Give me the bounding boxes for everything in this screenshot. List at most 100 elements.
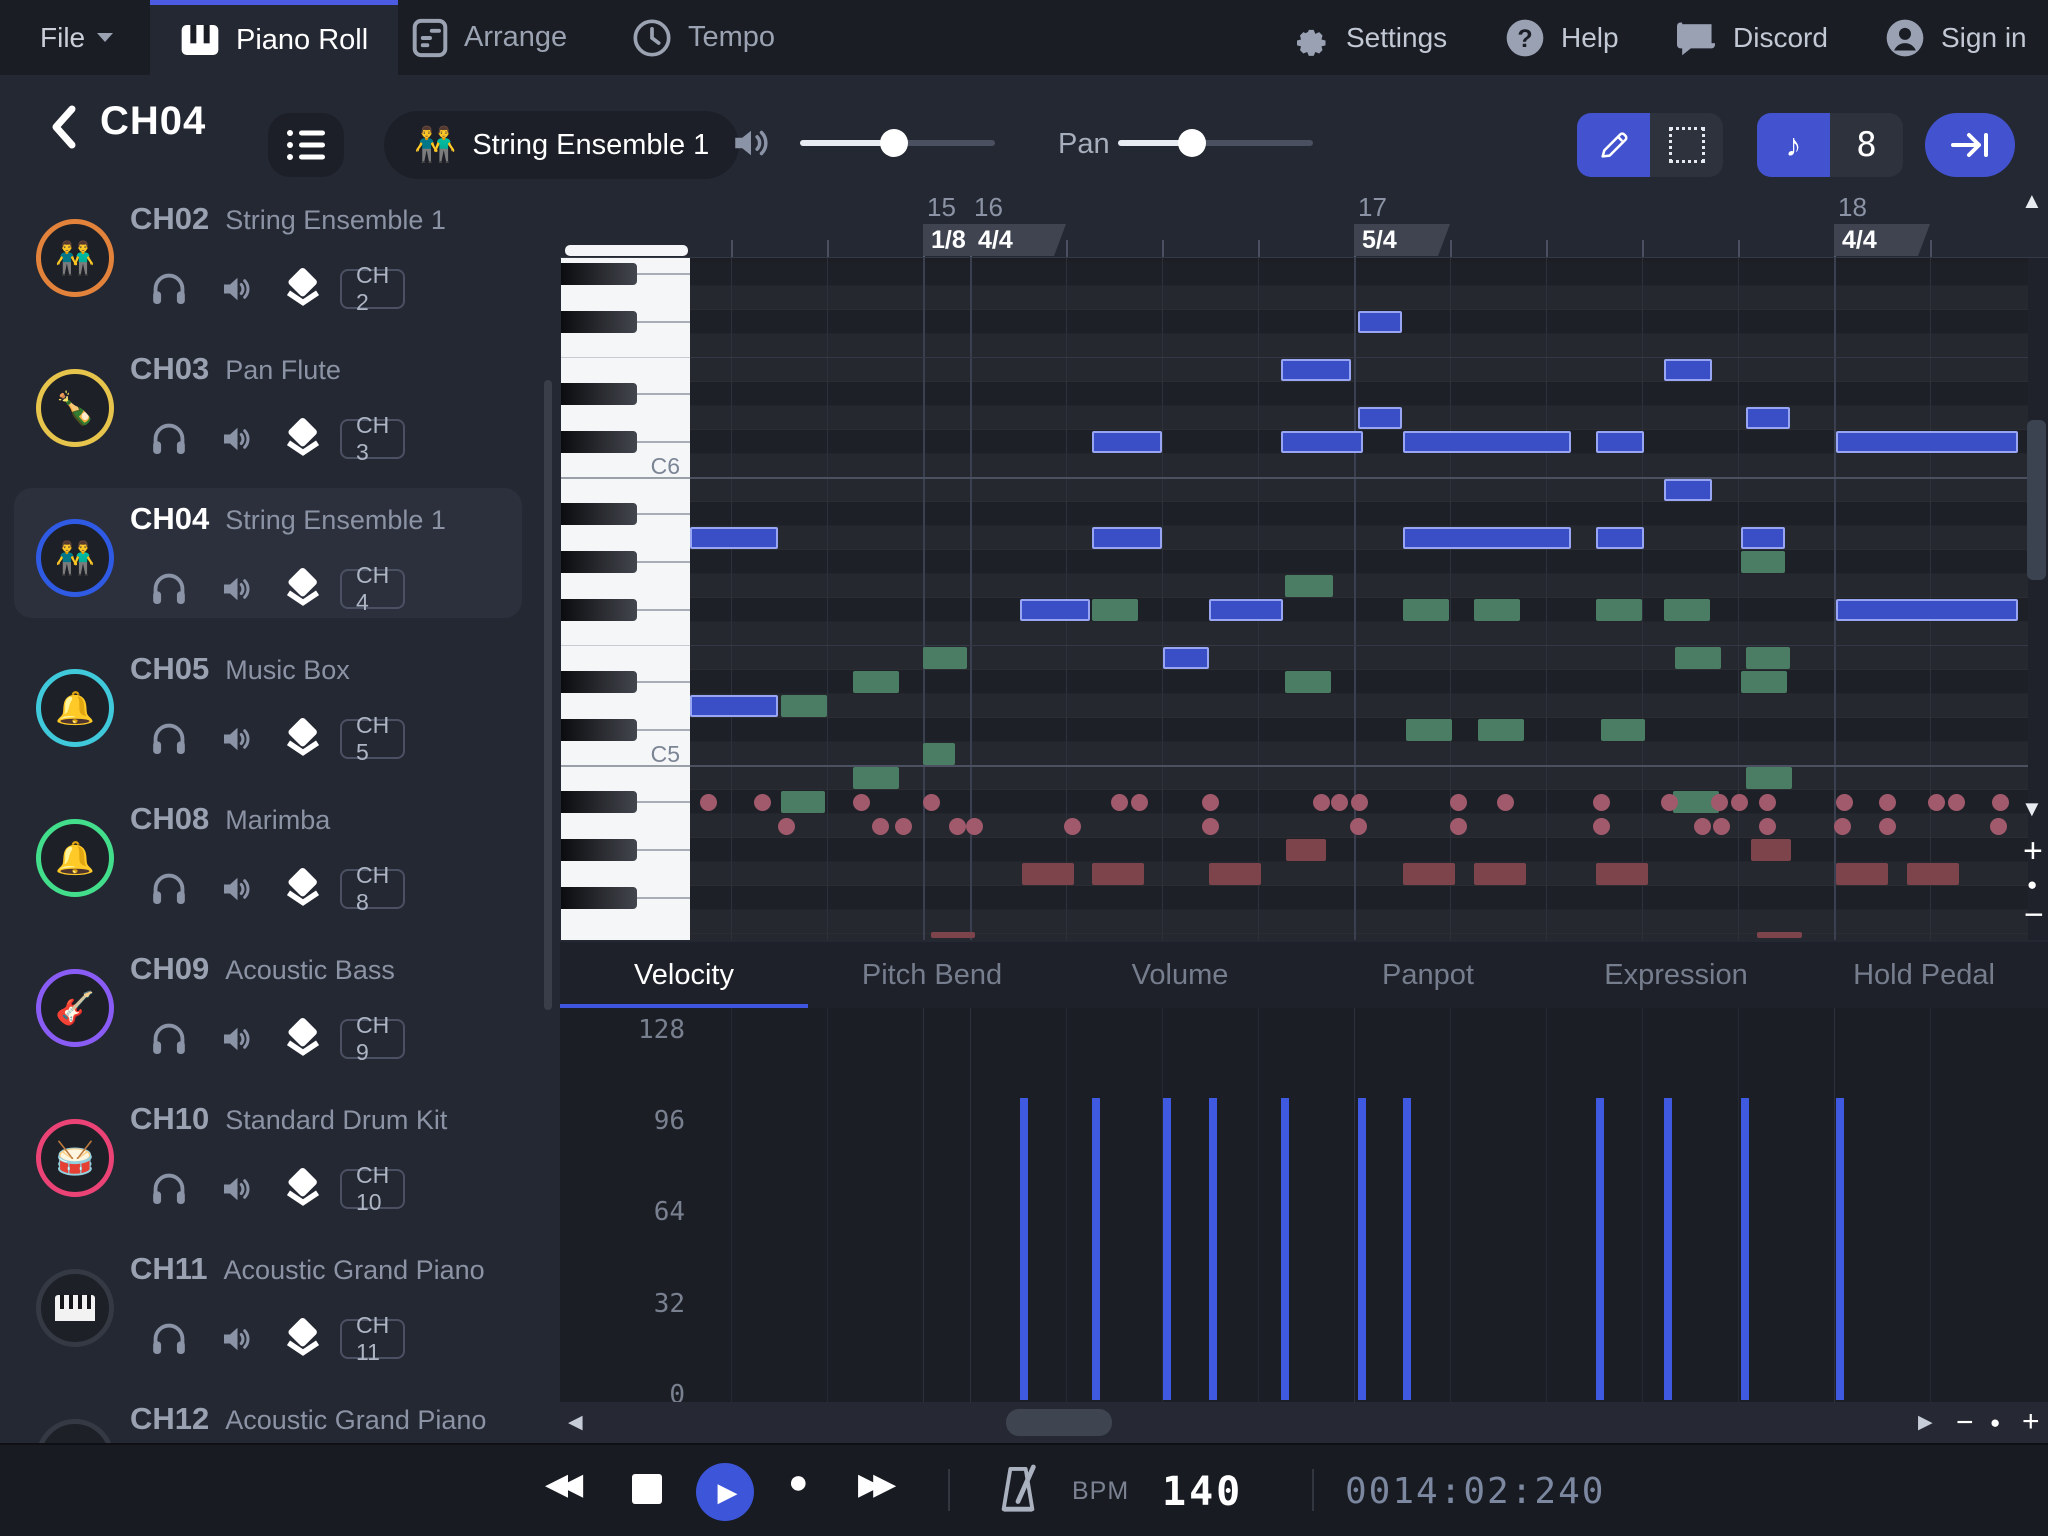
midi-note-selected-track[interactable] [1664, 359, 1712, 381]
track-avatar[interactable]: 👬 [36, 519, 114, 597]
drum-hit[interactable] [1834, 818, 1851, 835]
drum-hit[interactable] [895, 818, 912, 835]
scroll-down-button[interactable]: ▼ [2021, 798, 2043, 820]
black-key[interactable] [561, 311, 637, 333]
drum-hit[interactable] [1351, 794, 1368, 811]
drum-hit[interactable] [1450, 818, 1467, 835]
midi-note-selected-track[interactable] [690, 527, 778, 549]
fast-forward-button[interactable]: ▶▶ [858, 1467, 888, 1502]
time-signature-badge[interactable]: 5/4 [1354, 224, 1450, 256]
drum-hit[interactable] [1759, 818, 1776, 835]
drum-hit[interactable] [1711, 794, 1728, 811]
layers-icon[interactable] [283, 1167, 323, 1209]
drum-hit[interactable] [1731, 794, 1748, 811]
midi-note-selected-track[interactable] [1836, 431, 2018, 453]
tab-piano-roll[interactable]: Piano Roll [150, 0, 398, 75]
midi-note-other-track-2[interactable] [1022, 863, 1074, 885]
midi-note-selected-track[interactable] [1403, 431, 1571, 453]
midi-note-other-track[interactable] [1403, 599, 1449, 621]
speaker-icon[interactable] [218, 1171, 254, 1207]
drum-hit[interactable] [1990, 818, 2007, 835]
drum-hit[interactable] [872, 818, 889, 835]
midi-note-selected-track[interactable] [1163, 647, 1209, 669]
midi-note-clipped[interactable] [931, 932, 975, 938]
marquee-select-tool-button[interactable] [1650, 113, 1723, 177]
black-key[interactable] [561, 263, 637, 285]
midi-note-other-track[interactable] [1285, 671, 1331, 693]
velocity-bar[interactable] [1664, 1098, 1672, 1400]
midi-note-other-track[interactable] [1746, 647, 1790, 669]
drum-hit[interactable] [1992, 794, 2009, 811]
speaker-icon[interactable] [218, 1321, 254, 1357]
headphones-icon[interactable] [150, 421, 188, 457]
velocity-bar[interactable] [1741, 1098, 1749, 1400]
midi-note-other-track[interactable] [781, 695, 827, 717]
speaker-icon[interactable] [218, 571, 254, 607]
drum-hit[interactable] [966, 818, 983, 835]
drum-hit[interactable] [1064, 818, 1081, 835]
midi-note-selected-track[interactable] [1358, 311, 1402, 333]
drum-hit[interactable] [1948, 794, 1965, 811]
quantize-value-button[interactable]: 8 [1830, 113, 1903, 177]
black-key[interactable] [561, 599, 637, 621]
track-avatar[interactable]: 🍾 [36, 369, 114, 447]
midi-note-other-track[interactable] [1675, 647, 1721, 669]
midi-note-selected-track[interactable] [1281, 359, 1351, 381]
instrument-selector[interactable]: 👬 String Ensemble 1 [384, 111, 739, 179]
drum-hit[interactable] [1759, 794, 1776, 811]
velocity-bar[interactable] [1836, 1098, 1844, 1400]
layers-icon[interactable] [283, 717, 323, 759]
black-key[interactable] [561, 431, 637, 453]
drum-hit[interactable] [1661, 794, 1678, 811]
drum-hit[interactable] [1450, 794, 1467, 811]
midi-note-other-track[interactable] [853, 671, 899, 693]
drum-hit[interactable] [853, 794, 870, 811]
black-key[interactable] [561, 503, 637, 525]
track-list-scrollbar[interactable] [544, 380, 552, 1010]
pan-slider[interactable] [1118, 140, 1313, 146]
midi-note-selected-track[interactable] [690, 695, 778, 717]
controller-tab-hold-pedal[interactable]: Hold Pedal [1800, 942, 2048, 1008]
speaker-icon[interactable] [218, 271, 254, 307]
black-key[interactable] [561, 671, 637, 693]
velocity-bar[interactable] [1092, 1098, 1100, 1400]
midi-note-other-track-2[interactable] [1596, 863, 1648, 885]
zoom-in-horizontal-button[interactable]: + [2022, 1407, 2040, 1437]
track-avatar[interactable]: 🔔 [36, 669, 114, 747]
header-item-help[interactable]: ?Help [1505, 0, 1619, 75]
pencil-tool-button[interactable] [1577, 113, 1650, 177]
midi-note-other-track[interactable] [1601, 719, 1645, 741]
bpm-value[interactable]: 140 [1162, 1469, 1243, 1515]
zoom-reset-horizontal-button[interactable]: ● [1990, 1414, 2000, 1431]
midi-note-other-track[interactable] [1746, 767, 1792, 789]
scroll-right-button[interactable]: ▶ [1918, 1413, 1933, 1432]
speaker-icon[interactable] [218, 421, 254, 457]
midi-note-selected-track[interactable] [1741, 527, 1785, 549]
layers-icon[interactable] [283, 417, 323, 459]
drum-hit[interactable] [1497, 794, 1514, 811]
tab-arrange[interactable]: Arrange [382, 0, 597, 75]
velocity-plot[interactable]: 1289664320 [560, 1008, 2048, 1402]
time-signature-badge[interactable]: 4/4 [1834, 224, 1930, 256]
controller-tab-expression[interactable]: Expression [1552, 942, 1800, 1008]
midi-note-selected-track[interactable] [1281, 431, 1363, 453]
midi-note-other-track[interactable] [1596, 599, 1642, 621]
track-avatar[interactable]: 🥁 [36, 1119, 114, 1197]
black-key[interactable] [561, 791, 637, 813]
drum-hit[interactable] [1928, 794, 1945, 811]
midi-note-other-track-2[interactable] [1092, 863, 1144, 885]
note-duration-button[interactable]: ♪ [1757, 113, 1830, 177]
back-button[interactable] [48, 101, 92, 153]
track-avatar[interactable]: 🔔 [36, 819, 114, 897]
midi-note-clipped[interactable] [1757, 932, 1802, 938]
track-list-toggle-button[interactable] [268, 113, 344, 177]
midi-note-other-track-2[interactable] [1907, 863, 1959, 885]
horizontal-scrollbar-thumb[interactable] [1006, 1409, 1112, 1436]
tab-tempo[interactable]: Tempo [602, 0, 805, 75]
midi-note-other-track-2[interactable] [1286, 839, 1326, 861]
time-signature-badge[interactable]: 4/4 [970, 224, 1066, 256]
black-key[interactable] [561, 383, 637, 405]
headphones-icon[interactable] [150, 1171, 188, 1207]
drum-hit[interactable] [923, 794, 940, 811]
zoom-out-horizontal-button[interactable]: − [1956, 1408, 1974, 1438]
